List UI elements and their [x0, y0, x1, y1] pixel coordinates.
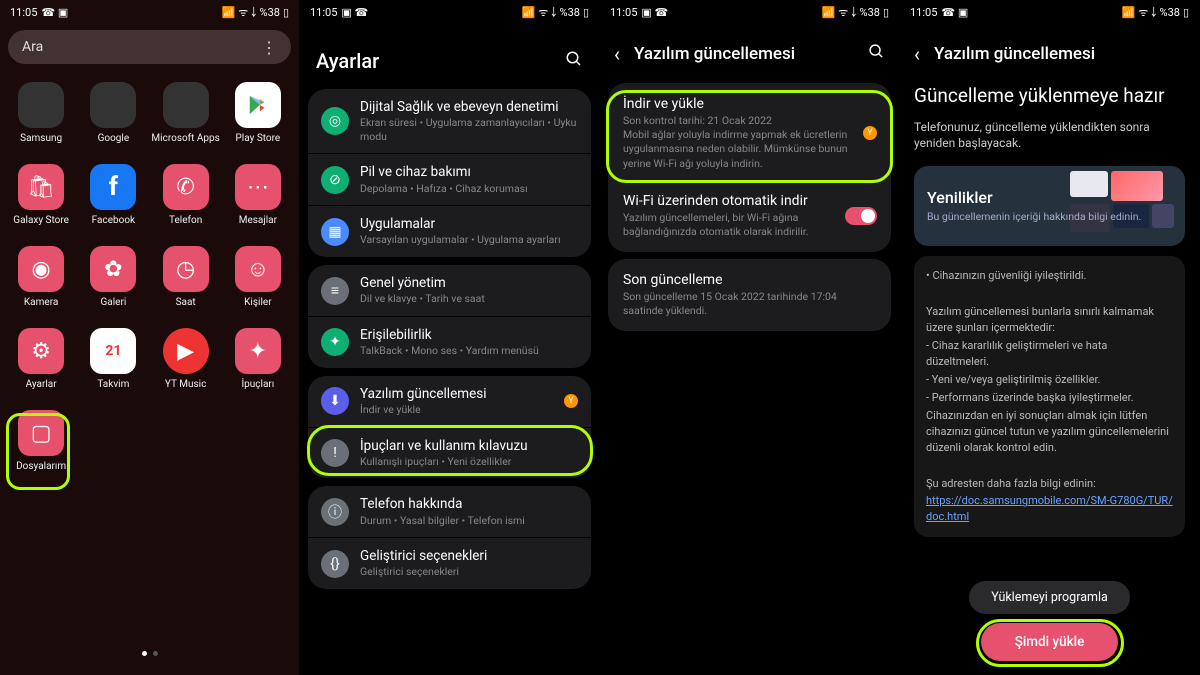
calendar-icon: 21 — [90, 328, 136, 374]
schedule-install-button[interactable]: Yüklemeyi programla — [969, 581, 1130, 614]
app-label: Takvim — [97, 379, 129, 390]
app-label: Mesajlar — [239, 215, 277, 226]
last-update-row[interactable]: Son güncelleme Son güncelleme 15 Ocak 20… — [608, 261, 891, 329]
camera-icon: ◉ — [18, 246, 64, 292]
gallery-icon: ✿ — [90, 246, 136, 292]
app-galaxy-store[interactable]: 🛍 Galaxy Store — [5, 164, 77, 226]
app-folder-google[interactable]: Google — [77, 82, 149, 144]
settings-row-apps[interactable]: ▦UygulamalarVarsayılan uygulamalar • Uyg… — [308, 205, 591, 257]
settings-row-about[interactable]: ⓘTelefon hakkındaDurum • Yasal bilgiler … — [308, 486, 591, 537]
page-title: Yazılım güncellemesi — [634, 44, 854, 64]
digital-icon: ◎ — [321, 107, 349, 135]
update-ready-title: Güncelleme yüklenmeye hazır — [914, 84, 1185, 109]
app-clock[interactable]: ◷ Saat — [150, 246, 222, 308]
page-title: Yazılım güncellemesi — [934, 44, 1185, 64]
phone-icon: ✆ — [163, 164, 209, 210]
app-label: İpuçları — [241, 379, 274, 390]
app-play-store[interactable]: Play Store — [222, 82, 294, 144]
app-messages[interactable]: ⋯ Mesajlar — [222, 164, 294, 226]
play-store-icon — [235, 82, 281, 128]
update-ready-desc: Telefonunuz, güncelleme yüklendikten son… — [914, 119, 1185, 153]
search-icon[interactable] — [565, 50, 583, 73]
highlight-download-install — [606, 90, 893, 183]
app-yt-music[interactable]: ▶ YT Music — [150, 328, 222, 390]
app-gallery[interactable]: ✿ Galeri — [77, 246, 149, 308]
more-icon[interactable]: ⋮ — [261, 38, 277, 57]
app-label: Facebook — [92, 215, 135, 226]
update-row-autowifi[interactable]: Wi-Fi üzerinden otomatik indirYazılım gü… — [608, 182, 891, 250]
clock-icon: ◷ — [163, 246, 209, 292]
more-info-link[interactable]: https://doc.samsungmobile.com/SM-G780G/T… — [926, 494, 1173, 523]
auto-download-toggle[interactable] — [845, 207, 877, 225]
battery-icon: ⊘ — [321, 166, 349, 194]
app-label: Play Store — [236, 133, 281, 144]
settings-row-access[interactable]: ✦ErişilebilirlikTalkBack • Mono ses • Ya… — [308, 316, 591, 368]
page-indicator — [0, 641, 299, 660]
app-phone[interactable]: ✆ Telefon — [150, 164, 222, 226]
back-icon[interactable]: ‹ — [614, 42, 620, 66]
settings-row-dev[interactable]: {}Geliştirici seçenekleriGeliştirici seç… — [308, 537, 591, 589]
access-icon: ✦ — [321, 328, 349, 356]
highlight-software-update-row — [307, 425, 593, 476]
about-icon: ⓘ — [321, 498, 349, 526]
status-bar: 11:05 ☎ ▣ 📶 ᯤ ￬ %38▯ — [900, 0, 1199, 24]
app-tips[interactable]: ✦ İpuçları — [222, 328, 294, 390]
apps-icon: ▦ — [321, 218, 349, 246]
app-label: Samsung — [20, 133, 62, 144]
panel-app-drawer: 11:05 ☎ ▣ 📶 ᯤ ￬ %38▯ Ara ⋮ Samsung Google… — [0, 0, 300, 675]
panel-software-update: 11:05 ▣ ☎ 📶 ᯤ ￬ %38▯ ‹ Yazılım güncellem… — [600, 0, 900, 675]
settings-row-general[interactable]: ≡Genel yönetimDil ve klavye • Tarih ve s… — [308, 265, 591, 316]
app-calendar[interactable]: 21 Takvim — [77, 328, 149, 390]
galaxy-store-icon: 🛍 — [18, 164, 64, 210]
panel-update-ready: 11:05 ☎ ▣ 📶 ᯤ ￬ %38▯ ‹ Yazılım güncellem… — [900, 0, 1200, 675]
whatsnew-card[interactable]: Yenilikler Bu güncellemenin içeriği hakk… — [914, 166, 1185, 246]
status-bar: 11:05 ☎ ▣ 📶 ᯤ ￬ %38▯ — [0, 0, 299, 24]
app-label: Galeri — [100, 297, 126, 308]
search-icon[interactable] — [868, 43, 885, 65]
app-contacts[interactable]: ☺ Kişiler — [222, 246, 294, 308]
yt-music-icon: ▶ — [163, 328, 209, 374]
contacts-icon: ☺ — [235, 246, 281, 292]
folder-google-icon — [90, 82, 136, 128]
settings-icon: ⚙ — [18, 328, 64, 374]
highlight-install-now — [976, 619, 1124, 667]
search-placeholder: Ara — [22, 39, 43, 55]
app-label: YT Music — [165, 379, 206, 390]
search-input[interactable]: Ara ⋮ — [8, 30, 291, 64]
settings-row-battery[interactable]: ⊘Pil ve cihaz bakımıDepolama • Hafıza • … — [308, 153, 591, 205]
status-bar: 11:05 ▣ ☎ 📶 ᯤ ￬ %38▯ — [600, 0, 899, 24]
app-folder-samsung[interactable]: Samsung — [5, 82, 77, 144]
back-icon[interactable]: ‹ — [914, 42, 920, 66]
app-folder-ms[interactable]: Microsoft Apps — [150, 82, 222, 144]
app-label: Telefon — [169, 215, 202, 226]
app-facebook[interactable]: f Facebook — [77, 164, 149, 226]
folder-samsung-icon — [18, 82, 64, 128]
tips-icon: ✦ — [235, 328, 281, 374]
app-settings[interactable]: ⚙ Ayarlar — [5, 328, 77, 390]
dev-icon: {} — [321, 550, 349, 578]
app-label: Saat — [176, 297, 196, 308]
update-badge: Y — [564, 394, 578, 408]
app-label: Microsoft Apps — [151, 133, 219, 144]
app-label: Kamera — [24, 297, 58, 308]
facebook-icon: f — [90, 164, 136, 210]
highlight-settings-app — [6, 413, 70, 490]
app-label: Google — [98, 133, 130, 144]
release-notes: • Cihazınızın güvenliği iyileştirildi. Y… — [914, 256, 1185, 537]
general-icon: ≡ — [321, 277, 349, 305]
app-label: Kişiler — [244, 297, 271, 308]
panel-settings: 11:05 ▣ ☎ 📶 ᯤ ￬ %38▯ Ayarlar ◎Dijital Sa… — [300, 0, 600, 675]
folder-ms-icon — [163, 82, 209, 128]
settings-row-update[interactable]: ⬇Yazılım güncellemesiİndir ve yükleY — [308, 376, 591, 427]
settings-title: Ayarlar — [316, 49, 379, 73]
messages-icon: ⋯ — [235, 164, 281, 210]
app-camera[interactable]: ◉ Kamera — [5, 246, 77, 308]
app-label: Galaxy Store — [13, 215, 69, 226]
settings-row-digital[interactable]: ◎Dijital Sağlık ve ebeveyn denetimiEkran… — [308, 89, 591, 153]
status-bar: 11:05 ▣ ☎ 📶 ᯤ ￬ %38▯ — [300, 0, 599, 24]
app-label: Ayarlar — [26, 379, 57, 390]
update-icon: ⬇ — [321, 387, 349, 415]
